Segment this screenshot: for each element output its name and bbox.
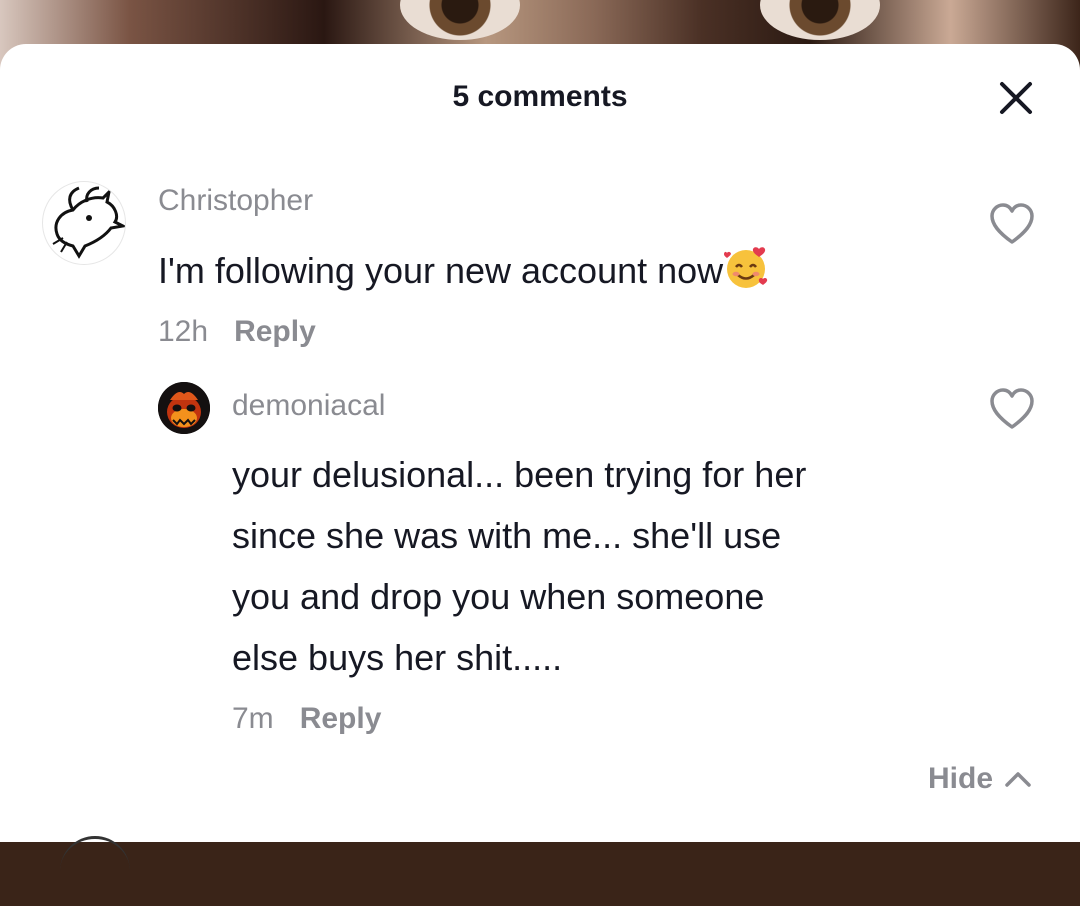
close-icon bbox=[1000, 82, 1032, 114]
hide-replies-label: Hide bbox=[928, 762, 994, 795]
comment-text: I'm following your new account now bbox=[158, 240, 769, 301]
video-frame-eye bbox=[400, 0, 520, 40]
flaming-skull-avatar-icon bbox=[158, 382, 210, 434]
comment-text-line: you and drop you when someone bbox=[232, 576, 765, 617]
comment-time: 12h bbox=[158, 315, 209, 348]
comment-time: 7m bbox=[232, 702, 274, 735]
avatar-christopher[interactable] bbox=[42, 181, 126, 265]
video-frame-eye bbox=[760, 0, 880, 40]
like-button[interactable] bbox=[988, 387, 1036, 431]
smiling-face-with-hearts-emoji-icon bbox=[723, 245, 769, 291]
comment-username[interactable]: Christopher bbox=[158, 184, 313, 218]
reply-button[interactable]: Reply bbox=[300, 702, 382, 735]
goat-avatar-icon bbox=[52, 186, 125, 259]
heart-outline-icon bbox=[990, 388, 1034, 429]
comment-text: your delusional... been trying for her s… bbox=[232, 444, 952, 688]
next-comment-avatar[interactable] bbox=[60, 836, 130, 906]
comment-text-body: I'm following your new account now bbox=[158, 250, 724, 291]
comment-meta: 12h Reply bbox=[158, 315, 316, 349]
comment-text-line: since she was with me... she'll use bbox=[232, 515, 782, 556]
like-button[interactable] bbox=[988, 202, 1036, 246]
reply-button[interactable]: Reply bbox=[234, 315, 316, 348]
heart-outline-icon bbox=[990, 203, 1034, 244]
comment-text-line: else buys her shit..... bbox=[232, 637, 563, 678]
comment-meta: 7m Reply bbox=[232, 702, 381, 736]
comment-text-line: your delusional... been trying for her bbox=[232, 454, 807, 495]
comment-username[interactable]: demoniacal bbox=[232, 389, 385, 423]
avatar-demoniacal[interactable] bbox=[158, 382, 210, 434]
hide-replies-button[interactable]: Hide bbox=[928, 762, 1033, 796]
close-button[interactable] bbox=[994, 76, 1038, 120]
chevron-up-icon bbox=[1005, 772, 1031, 787]
comments-count-title: 5 comments bbox=[452, 80, 628, 113]
comments-sheet: 5 comments Christopher I'm following you… bbox=[0, 44, 1080, 842]
